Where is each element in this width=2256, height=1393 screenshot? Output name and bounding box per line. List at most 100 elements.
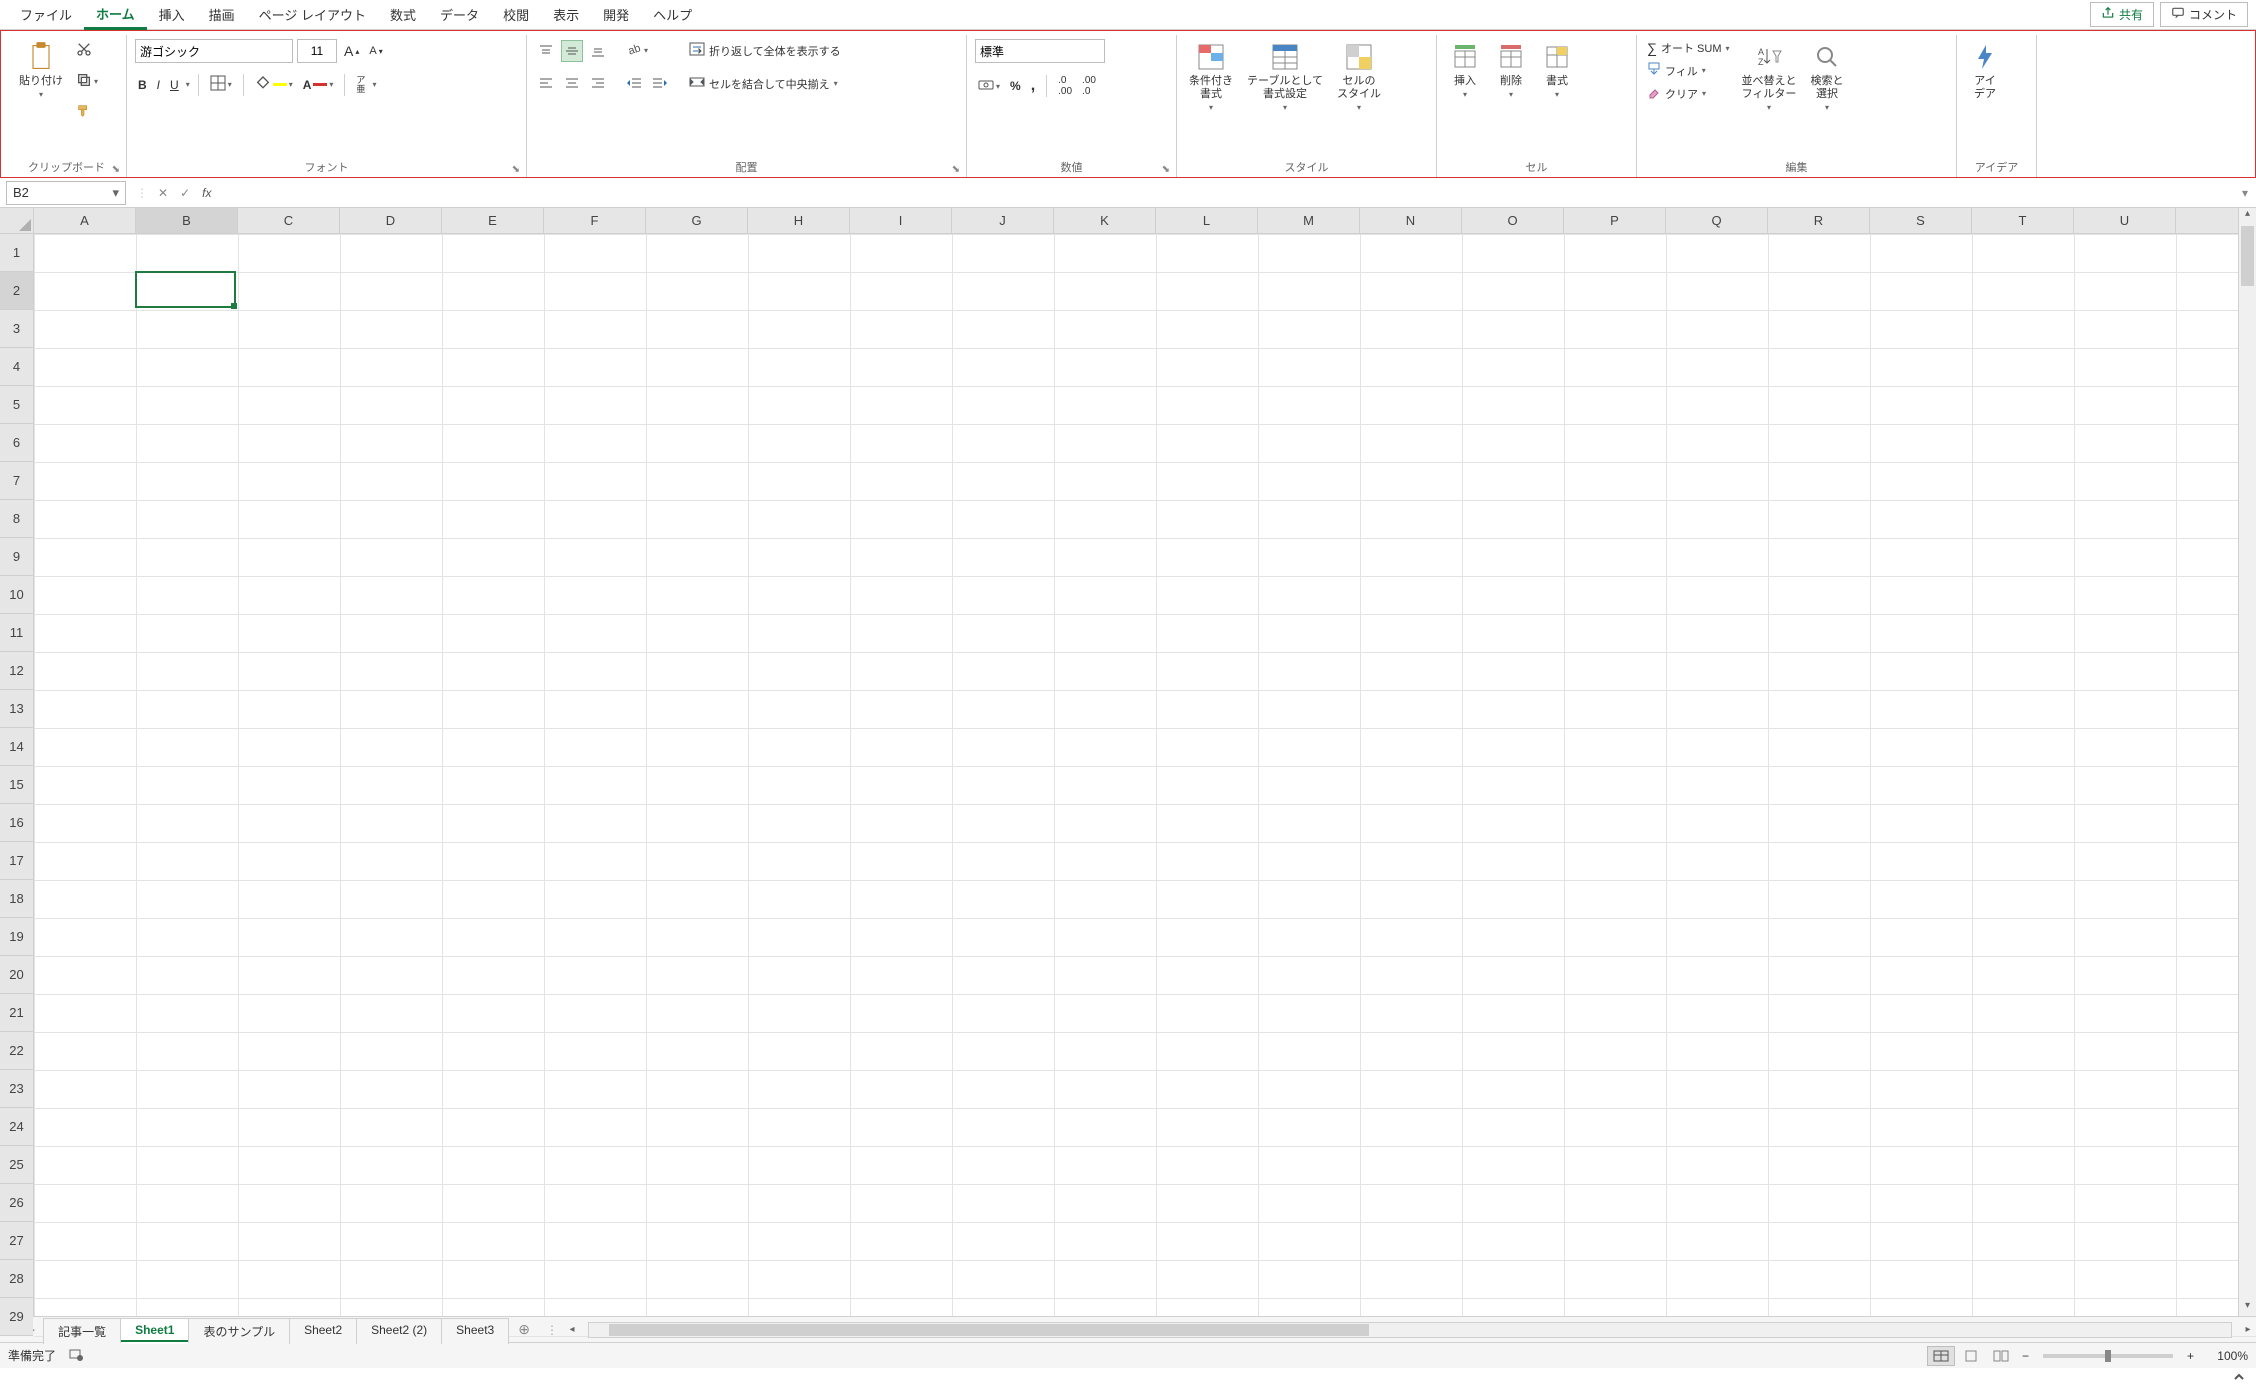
row-header[interactable]: 5 xyxy=(0,386,33,424)
format-cells-button[interactable]: 書式 ▾ xyxy=(1537,39,1577,101)
scroll-up-arrow[interactable]: ▴ xyxy=(2239,208,2256,224)
normal-view-button[interactable] xyxy=(1927,1346,1955,1366)
row-header[interactable]: 4 xyxy=(0,348,33,386)
row-header[interactable]: 10 xyxy=(0,576,33,614)
sort-filter-button[interactable]: AZ 並べ替えと フィルター ▾ xyxy=(1738,39,1801,114)
menu-data[interactable]: データ xyxy=(428,1,491,28)
fx-icon[interactable]: fx xyxy=(196,186,217,200)
menu-review[interactable]: 校閲 xyxy=(491,1,541,28)
column-header[interactable]: S xyxy=(1870,208,1972,233)
menu-insert[interactable]: 挿入 xyxy=(147,1,197,28)
insert-cells-button[interactable]: 挿入 ▾ xyxy=(1445,39,1485,101)
column-header[interactable]: O xyxy=(1462,208,1564,233)
column-header[interactable]: M xyxy=(1258,208,1360,233)
column-header[interactable]: H xyxy=(748,208,850,233)
scroll-thumb[interactable] xyxy=(2241,226,2254,286)
tab-divider-icon[interactable]: ⋮ xyxy=(540,1323,564,1337)
hscroll-thumb[interactable] xyxy=(609,1324,1369,1336)
accounting-format-button[interactable]: ▾ xyxy=(975,75,1003,98)
menu-developer[interactable]: 開発 xyxy=(591,1,641,28)
column-header[interactable]: N xyxy=(1360,208,1462,233)
row-header[interactable]: 28 xyxy=(0,1260,33,1298)
row-header[interactable]: 2 xyxy=(0,272,33,310)
shrink-font-button[interactable]: A▾ xyxy=(366,43,385,59)
menu-file[interactable]: ファイル xyxy=(8,1,84,28)
cut-button[interactable] xyxy=(73,39,95,62)
row-header[interactable]: 23 xyxy=(0,1070,33,1108)
font-launcher[interactable]: ⬊ xyxy=(512,164,520,175)
row-header[interactable]: 27 xyxy=(0,1222,33,1260)
column-header[interactable]: I xyxy=(850,208,952,233)
align-middle-button[interactable] xyxy=(561,40,583,62)
row-header[interactable]: 21 xyxy=(0,994,33,1032)
orientation-button[interactable]: ab ▾ xyxy=(623,39,651,62)
menu-view[interactable]: 表示 xyxy=(541,1,591,28)
sheet-tab[interactable]: Sheet2 xyxy=(289,1318,357,1344)
row-header[interactable]: 11 xyxy=(0,614,33,652)
share-button[interactable]: 共有 xyxy=(2090,2,2154,27)
zoom-knob[interactable] xyxy=(2105,1350,2111,1362)
row-header[interactable]: 1 xyxy=(0,234,33,272)
menu-help[interactable]: ヘルプ xyxy=(641,1,704,28)
increase-decimal-button[interactable]: .0.00 xyxy=(1055,73,1075,99)
row-header[interactable]: 9 xyxy=(0,538,33,576)
name-box[interactable]: B2 ▾ xyxy=(6,181,126,205)
clipboard-launcher[interactable]: ⬊ xyxy=(112,164,120,175)
column-header[interactable]: J xyxy=(952,208,1054,233)
align-center-button[interactable] xyxy=(561,72,583,94)
expand-formula-bar-button[interactable]: ▾ xyxy=(2234,186,2256,200)
select-all-corner[interactable] xyxy=(0,208,34,234)
align-top-button[interactable] xyxy=(535,40,557,62)
fill-color-button[interactable]: ▾ xyxy=(252,73,296,96)
column-header[interactable]: B xyxy=(136,208,238,233)
row-header[interactable]: 12 xyxy=(0,652,33,690)
align-bottom-button[interactable] xyxy=(587,40,609,62)
sheet-tab[interactable]: Sheet2 (2) xyxy=(356,1318,442,1344)
sheet-tab[interactable]: Sheet1 xyxy=(120,1318,189,1344)
vertical-scrollbar[interactable]: ▴ ▾ xyxy=(2238,208,2256,1316)
paste-button[interactable]: 貼り付け ▾ xyxy=(15,39,67,101)
format-as-table-button[interactable]: テーブルとして 書式設定 ▾ xyxy=(1243,39,1327,114)
sheet-tab[interactable]: Sheet3 xyxy=(441,1318,509,1344)
row-header[interactable]: 29 xyxy=(0,1298,33,1336)
column-header[interactable]: G xyxy=(646,208,748,233)
page-break-view-button[interactable] xyxy=(1987,1346,2015,1366)
row-header[interactable]: 16 xyxy=(0,804,33,842)
row-header[interactable]: 14 xyxy=(0,728,33,766)
underline-button[interactable]: U xyxy=(167,76,182,94)
column-header[interactable]: K xyxy=(1054,208,1156,233)
row-header[interactable]: 6 xyxy=(0,424,33,462)
cancel-formula-button[interactable]: ✕ xyxy=(152,186,174,200)
chevron-down-icon[interactable]: ▾ xyxy=(186,80,190,89)
zoom-in-button[interactable]: + xyxy=(2181,1349,2200,1363)
menu-page-layout[interactable]: ページ レイアウト xyxy=(247,1,378,28)
align-right-button[interactable] xyxy=(587,72,609,94)
sheet-tab[interactable]: 表のサンプル xyxy=(188,1318,290,1344)
alignment-launcher[interactable]: ⬊ xyxy=(952,164,960,175)
macro-record-icon[interactable] xyxy=(68,1346,84,1365)
zoom-out-button[interactable]: − xyxy=(2016,1349,2035,1363)
cell-styles-button[interactable]: セルの スタイル ▾ xyxy=(1333,39,1385,114)
increase-indent-button[interactable] xyxy=(649,72,671,94)
autosum-button[interactable]: ∑ オート SUM ▾ xyxy=(1645,39,1732,57)
row-header[interactable]: 26 xyxy=(0,1184,33,1222)
row-header[interactable]: 15 xyxy=(0,766,33,804)
column-header[interactable]: U xyxy=(2074,208,2176,233)
format-painter-button[interactable] xyxy=(73,101,95,124)
row-header[interactable]: 7 xyxy=(0,462,33,500)
ideas-button[interactable]: アイ デア xyxy=(1965,39,2005,103)
formula-input[interactable] xyxy=(217,181,2234,205)
column-header[interactable]: E xyxy=(442,208,544,233)
horizontal-scrollbar[interactable] xyxy=(588,1322,2232,1338)
row-header[interactable]: 25 xyxy=(0,1146,33,1184)
font-name-select[interactable] xyxy=(135,39,293,63)
column-header[interactable]: Q xyxy=(1666,208,1768,233)
zoom-slider[interactable] xyxy=(2043,1354,2173,1358)
number-format-select[interactable] xyxy=(975,39,1105,63)
decrease-indent-button[interactable] xyxy=(623,72,645,94)
find-select-button[interactable]: 検索と 選択 ▾ xyxy=(1807,39,1848,114)
hscroll-left-arrow[interactable]: ◂ xyxy=(564,1324,580,1335)
row-header[interactable]: 17 xyxy=(0,842,33,880)
row-header[interactable]: 13 xyxy=(0,690,33,728)
row-header[interactable]: 22 xyxy=(0,1032,33,1070)
